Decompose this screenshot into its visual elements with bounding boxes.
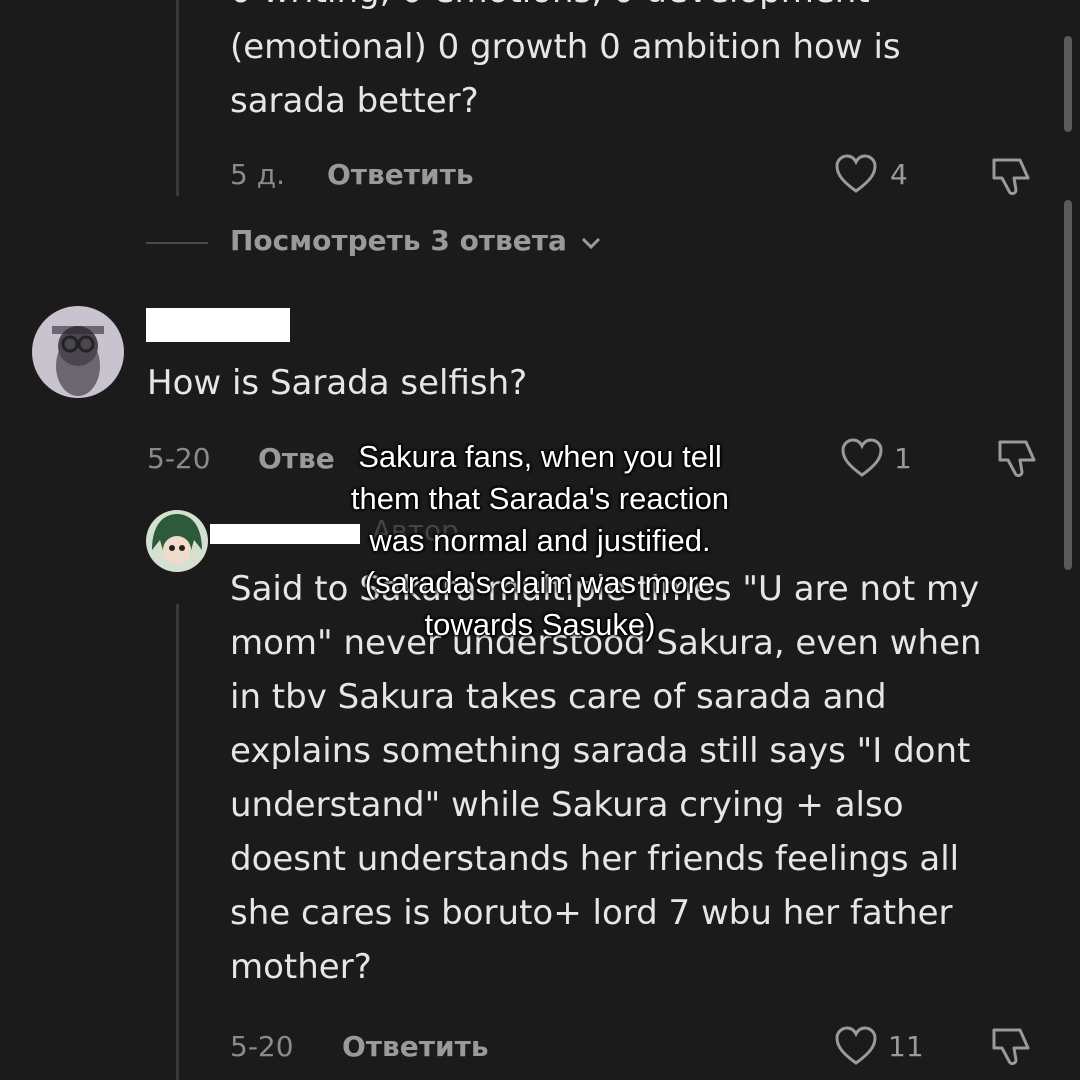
heart-icon[interactable] (834, 154, 878, 198)
video-caption-overlay: Sakura fans, when you tell them that Sar… (350, 439, 730, 642)
like-count: 1 (894, 442, 912, 475)
replies-divider (146, 242, 208, 244)
like-count: 4 (890, 158, 908, 191)
comment-date: 5-20 (147, 442, 211, 475)
heart-icon[interactable] (834, 1026, 878, 1070)
reply-button[interactable]: Ответить (327, 158, 474, 191)
avatar[interactable] (146, 510, 208, 572)
thumbs-down-icon[interactable] (996, 436, 1040, 484)
comment-text-cut: 0 writing, 0 emotions, 0 development (230, 0, 870, 18)
username-redaction (146, 308, 290, 342)
heart-icon[interactable] (840, 438, 884, 482)
comment-text: (emotional) 0 growth 0 ambition how is s… (230, 27, 901, 121)
reply-button[interactable]: Ответить (342, 1030, 489, 1063)
view-replies-button[interactable]: Посмотреть 3 ответа (230, 224, 601, 257)
comment-text: How is Sarada selfish? (147, 363, 528, 403)
thread-line (176, 0, 179, 196)
like-count: 11 (888, 1030, 924, 1063)
comment-date: 5 д. (230, 158, 285, 191)
scrollbar-mid[interactable] (1064, 200, 1072, 570)
avatar[interactable] (32, 306, 124, 398)
thread-line (176, 604, 179, 1080)
thumbs-down-icon[interactable] (990, 1024, 1034, 1072)
scrollbar-top[interactable] (1064, 36, 1072, 132)
comment-text: mom" never understood Sakura, even when … (230, 623, 982, 987)
view-replies-label: Посмотреть 3 ответа (230, 224, 567, 257)
comments-screen: 0 writing, 0 emotions, 0 development (em… (0, 0, 1080, 1080)
thumbs-down-icon[interactable] (990, 154, 1034, 202)
chevron-down-icon (581, 224, 601, 257)
comment-date: 5-20 (230, 1030, 294, 1063)
